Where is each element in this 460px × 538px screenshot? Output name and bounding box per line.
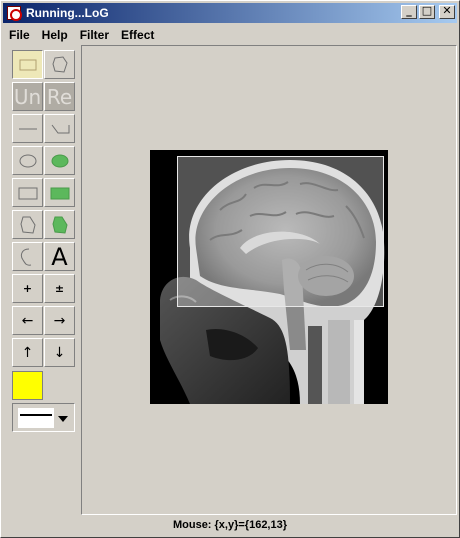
redo-label: Re: [46, 84, 73, 109]
move-right-button[interactable]: →: [44, 306, 75, 335]
status-bar: Mouse: {x,y}={162,13}: [3, 517, 457, 535]
zoom-in-button[interactable]: +: [12, 274, 43, 303]
text-tool[interactable]: A: [44, 242, 75, 271]
polyline-icon: [51, 124, 69, 133]
line-width-preview: [18, 408, 54, 428]
undo-button[interactable]: Un: [12, 82, 43, 111]
filled-polygon-tool[interactable]: [44, 210, 75, 239]
freehand-icon: [20, 248, 31, 266]
close-icon: ✕: [442, 4, 452, 17]
window-title: Running...LoG: [26, 6, 109, 20]
ellipse-outline-icon: [19, 154, 36, 167]
undo-label: Un: [13, 84, 42, 109]
lasso-select-tool[interactable]: [44, 50, 75, 79]
selection-rectangle[interactable]: [177, 156, 384, 307]
polygon-filled-icon: [51, 216, 68, 234]
up-arrow-icon: ↑: [21, 344, 34, 361]
zoom-toggle-label: ±: [54, 282, 65, 295]
line-width-selector[interactable]: [12, 403, 75, 432]
close-button[interactable]: ✕: [439, 4, 455, 19]
text-tool-label: A: [51, 242, 68, 271]
minimize-button[interactable]: _: [401, 4, 417, 19]
polygon-tool[interactable]: [12, 210, 43, 239]
menu-file[interactable]: File: [3, 28, 36, 42]
redo-button[interactable]: Re: [44, 82, 75, 111]
tool-palette: Un Re A + ± ← → ↑ ↓: [5, 45, 79, 515]
menu-filter[interactable]: Filter: [74, 28, 115, 42]
menu-effect[interactable]: Effect: [115, 28, 160, 42]
app-window: Running...LoG _ □ ✕ File Help Filter Eff…: [0, 0, 460, 538]
mri-image[interactable]: [150, 150, 388, 404]
color-swatch[interactable]: [12, 371, 43, 400]
title-bar[interactable]: Running...LoG _ □ ✕: [3, 3, 457, 23]
menu-help[interactable]: Help: [36, 28, 74, 42]
rectangle-outline-icon: [18, 187, 37, 199]
line-tool[interactable]: [12, 114, 43, 143]
app-icon: [7, 6, 22, 21]
line-icon: [18, 128, 37, 129]
polygon-outline-icon: [19, 216, 36, 234]
lasso-select-icon: [51, 55, 68, 73]
maximize-icon: □: [421, 4, 433, 17]
maximize-button[interactable]: □: [419, 4, 435, 19]
minimize-icon: _: [406, 4, 412, 17]
filled-rectangle-tool[interactable]: [44, 178, 75, 207]
move-up-button[interactable]: ↑: [12, 338, 43, 367]
rectangle-filled-icon: [50, 187, 69, 199]
right-arrow-icon: →: [53, 312, 66, 329]
freehand-tool[interactable]: [12, 242, 43, 271]
menu-bar: File Help Filter Effect: [3, 25, 457, 45]
mouse-coordinates: Mouse: {x,y}={162,13}: [172, 519, 288, 531]
rect-select-icon: [19, 59, 36, 70]
ellipse-filled-icon: [51, 154, 68, 167]
filled-ellipse-tool[interactable]: [44, 146, 75, 175]
move-left-button[interactable]: ←: [12, 306, 43, 335]
zoom-in-label: +: [22, 282, 33, 295]
chevron-down-icon[interactable]: [55, 408, 71, 428]
move-down-button[interactable]: ↓: [44, 338, 75, 367]
rect-select-tool[interactable]: [12, 50, 43, 79]
image-canvas[interactable]: [81, 45, 457, 515]
left-arrow-icon: ←: [21, 312, 34, 329]
rectangle-tool[interactable]: [12, 178, 43, 207]
polyline-tool[interactable]: [44, 114, 75, 143]
down-arrow-icon: ↓: [53, 344, 66, 361]
ellipse-tool[interactable]: [12, 146, 43, 175]
zoom-toggle-button[interactable]: ±: [44, 274, 75, 303]
window-controls: _ □ ✕: [401, 4, 455, 19]
